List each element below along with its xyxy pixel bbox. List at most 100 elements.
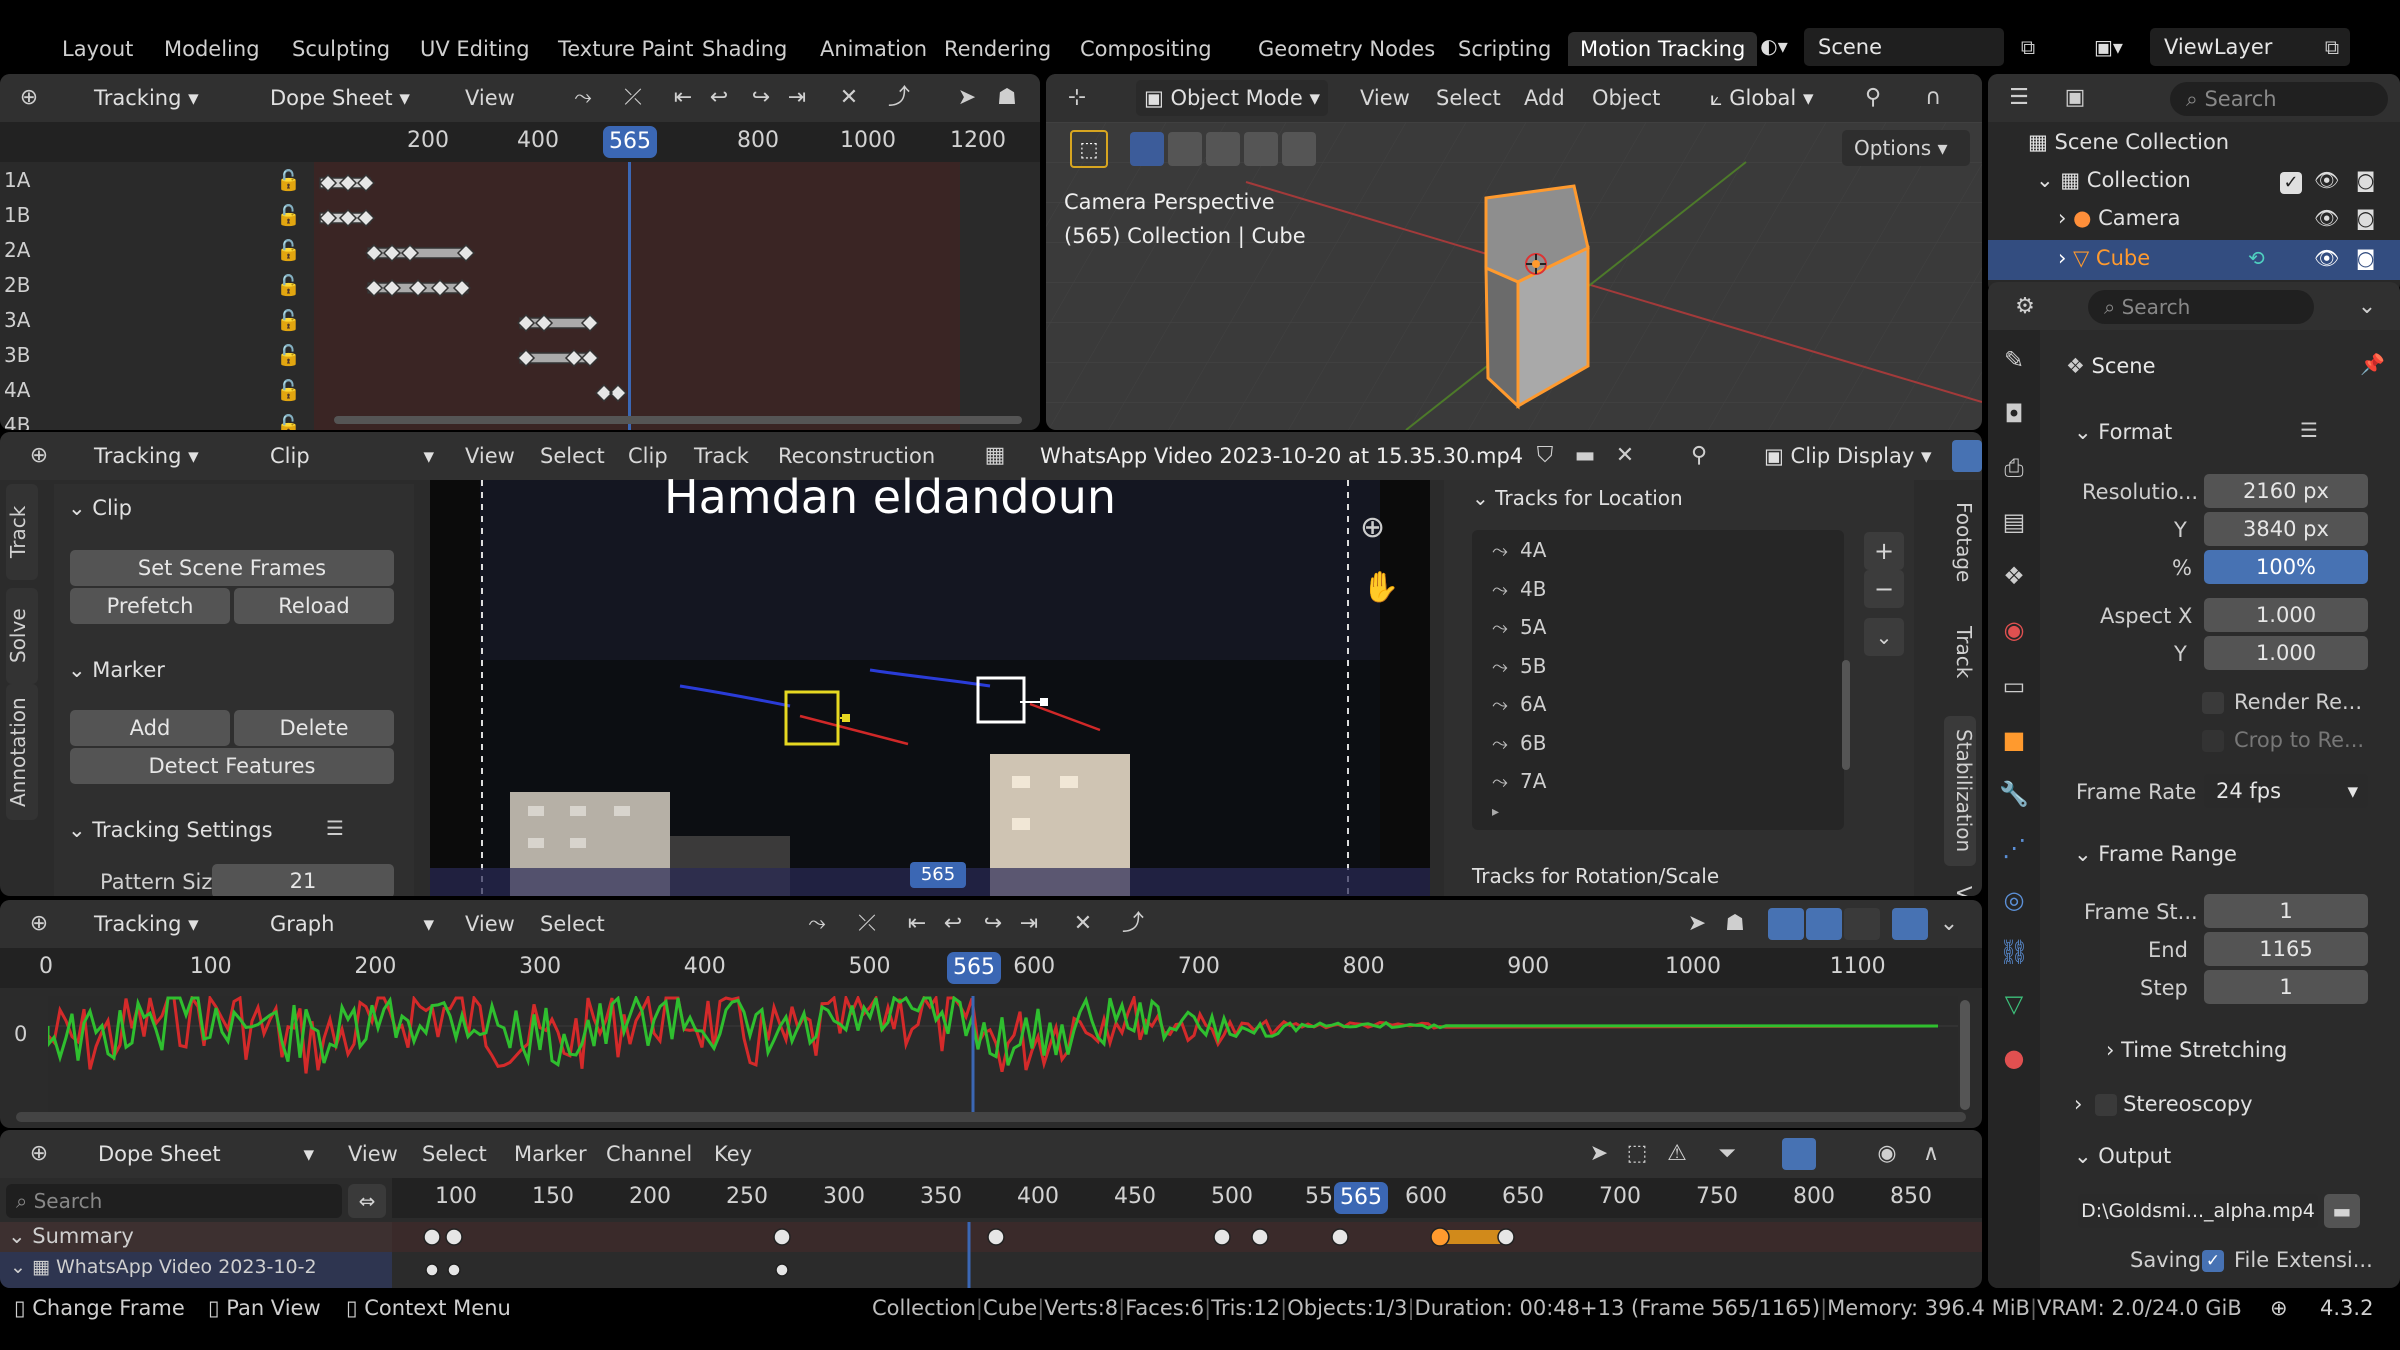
menu-marker[interactable]: Marker: [514, 1136, 587, 1172]
format-panel-header[interactable]: ⌄ Format: [2074, 420, 2172, 444]
menu-select[interactable]: Select: [1436, 80, 1501, 116]
workspace-tab-compositing[interactable]: Compositing: [1080, 32, 1212, 66]
file-extension-checkbox[interactable]: ✓: [2202, 1250, 2224, 1272]
folder-icon[interactable]: ▬: [2324, 1194, 2360, 1228]
clear-tool-icon[interactable]: ⤫: [616, 81, 650, 115]
sidebar-tab-footage[interactable]: Footage: [1944, 492, 1976, 592]
ghost-icon[interactable]: ☗: [990, 81, 1024, 115]
stab-track-6b[interactable]: ⤳ 6B: [1492, 731, 1546, 755]
show-motion-icon[interactable]: [1806, 908, 1842, 940]
stab-track-4a[interactable]: ⤳ 4A: [1492, 538, 1546, 562]
menu-object[interactable]: Object: [1592, 80, 1660, 116]
jump-start-icon[interactable]: ⇤: [666, 81, 700, 115]
pivot-icon[interactable]: ⚲: [1856, 81, 1890, 115]
open-folder-icon[interactable]: ▬: [1568, 439, 1602, 473]
filter-icon[interactable]: [1892, 908, 1928, 940]
menu-clip[interactable]: Clip: [628, 438, 668, 474]
stereoscopy-header[interactable]: › Stereoscopy: [2074, 1092, 2253, 1116]
channel-row[interactable]: ⌄ ▦ WhatsApp Video 2023-10-2: [0, 1252, 392, 1288]
camera-render-icon[interactable]: ◙: [2356, 246, 2375, 270]
aspect-y-field[interactable]: 1.000: [2204, 636, 2368, 670]
view-type-dropdown[interactable]: Dope Sheet ▾: [262, 80, 418, 116]
stab-track-5a[interactable]: ⤳ 5A: [1492, 615, 1546, 639]
clip-filename[interactable]: WhatsApp Video 2023-10-20 at 15.35.30.mp…: [1040, 438, 1523, 474]
menu-view[interactable]: View: [1360, 80, 1410, 116]
select-new-icon[interactable]: [1130, 132, 1164, 166]
pin-icon[interactable]: 📌: [2360, 352, 2385, 376]
workspace-tab-texture-paint[interactable]: Texture Paint: [558, 32, 694, 66]
graph-scrollbar[interactable]: [16, 1112, 1966, 1122]
stereoscopy-checkbox[interactable]: [2095, 1094, 2118, 1116]
mode-dropdown[interactable]: Tracking ▾: [86, 80, 207, 116]
workspace-tab-motion-tracking[interactable]: Motion Tracking: [1568, 32, 1758, 66]
menu-view[interactable]: View: [465, 80, 515, 116]
scene-collection-row[interactable]: ▦ Scene Collection: [2028, 130, 2229, 154]
tracking-settings-header[interactable]: ⌄ Tracking Settings: [68, 818, 273, 842]
auto-snap-icon[interactable]: [1782, 1138, 1816, 1170]
menu-select[interactable]: Select: [422, 1136, 487, 1172]
workspace-tab-animation[interactable]: Animation: [820, 32, 927, 66]
eye-icon[interactable]: 👁: [2314, 168, 2339, 192]
menu-view[interactable]: View: [465, 906, 515, 942]
scene-icon[interactable]: ◐▾: [1752, 26, 1796, 66]
camera-render-icon[interactable]: ◙: [2356, 168, 2375, 192]
disable-icon[interactable]: ✕: [1066, 907, 1100, 941]
mode-dropdown[interactable]: Tracking ▾: [86, 906, 207, 942]
next-icon[interactable]: ↪: [976, 907, 1010, 941]
menu-track[interactable]: Track: [694, 438, 749, 474]
stab-track-6a[interactable]: ⤳ 6A: [1492, 692, 1546, 716]
properties-search[interactable]: ⌕ Search: [2088, 290, 2314, 324]
globe-icon[interactable]: ⊕: [2270, 1296, 2288, 1320]
data-tab-icon[interactable]: ▽: [1994, 984, 2034, 1024]
clip-viewer[interactable]: Hamdan eldandoun 565 ⊕ ✋: [430, 470, 1430, 896]
ghost-icon[interactable]: ☗: [1718, 907, 1752, 941]
menu-add[interactable]: Add: [1524, 80, 1565, 116]
object-mode-dropdown[interactable]: ▣ Object Mode ▾: [1136, 80, 1329, 116]
frame-step-field[interactable]: 1: [2204, 970, 2368, 1004]
zoom-icon[interactable]: ⊕: [1360, 510, 1385, 545]
camera-render-icon[interactable]: ◙: [2356, 206, 2375, 230]
render-tab-icon[interactable]: ◘: [1994, 394, 2034, 434]
mode-dropdown[interactable]: Tracking ▾: [86, 438, 207, 474]
delete-marker-button[interactable]: Delete: [234, 710, 394, 746]
editor-type-icon[interactable]: ⊕: [12, 81, 46, 115]
prev-icon[interactable]: ↩: [702, 81, 736, 115]
jump-start-icon[interactable]: ⇤: [900, 907, 934, 941]
new-scene-icon[interactable]: ⧉: [2008, 30, 2048, 64]
set-scene-frames-button[interactable]: Set Scene Frames: [70, 550, 394, 586]
menu-reconstruction[interactable]: Reconstruction: [778, 438, 935, 474]
current-frame-indicator[interactable]: 565: [1334, 1182, 1388, 1214]
time-stretching-header[interactable]: › Time Stretching: [2106, 1038, 2287, 1062]
frame-ruler[interactable]: 200 400 800 1000 1200 565: [0, 122, 1040, 162]
proportional-icon[interactable]: ◉: [1870, 1137, 1904, 1171]
chevron-down-icon[interactable]: ⌄: [1864, 618, 1904, 656]
chevron-down-icon[interactable]: ⌄: [1932, 907, 1966, 941]
current-frame-indicator[interactable]: 565: [947, 952, 1001, 984]
world-tab-icon[interactable]: ◉: [1994, 610, 2034, 650]
display-mode-icon[interactable]: ▣: [2058, 81, 2092, 115]
jump-end-icon[interactable]: ⇥: [780, 81, 814, 115]
scene-selector[interactable]: Scene: [1804, 28, 2004, 66]
modifier-tab-icon[interactable]: 🔧: [1994, 774, 2034, 814]
curve-icon[interactable]: ∧: [1914, 1137, 1948, 1171]
pan-hand-icon[interactable]: ✋: [1362, 570, 1399, 605]
scrollbar[interactable]: [1842, 660, 1850, 770]
select-invert-icon[interactable]: [1244, 132, 1278, 166]
constraints-tab-icon[interactable]: ⛓: [1994, 932, 2034, 972]
graph-vscrollbar[interactable]: [1960, 1000, 1970, 1110]
resolution-y-field[interactable]: 3840 px: [2204, 512, 2368, 546]
editor-type-icon[interactable]: ⊕: [22, 907, 56, 941]
sidebar-tab-solve[interactable]: Solve: [6, 588, 38, 684]
channel-search[interactable]: ⌕ Search: [6, 1184, 342, 1218]
view-type-dropdown[interactable]: Clip ▾: [262, 438, 442, 474]
menu-key[interactable]: Key: [714, 1136, 752, 1172]
crop-checkbox[interactable]: [2202, 730, 2224, 752]
select-intersect-icon[interactable]: [1282, 132, 1316, 166]
pivot-icon[interactable]: ⚲: [1682, 439, 1716, 473]
prev-icon[interactable]: ↩: [936, 907, 970, 941]
workspace-tab-scripting[interactable]: Scripting: [1458, 32, 1551, 66]
swap-icon[interactable]: ⇔: [348, 1184, 386, 1218]
menu-select[interactable]: Select: [540, 438, 605, 474]
dopesheet-ruler[interactable]: 100 150 200 250 300 350 400 450 500 55 600 650 700 75…: [392, 1178, 1982, 1218]
physics-tab-icon[interactable]: ◎: [1994, 880, 2034, 920]
